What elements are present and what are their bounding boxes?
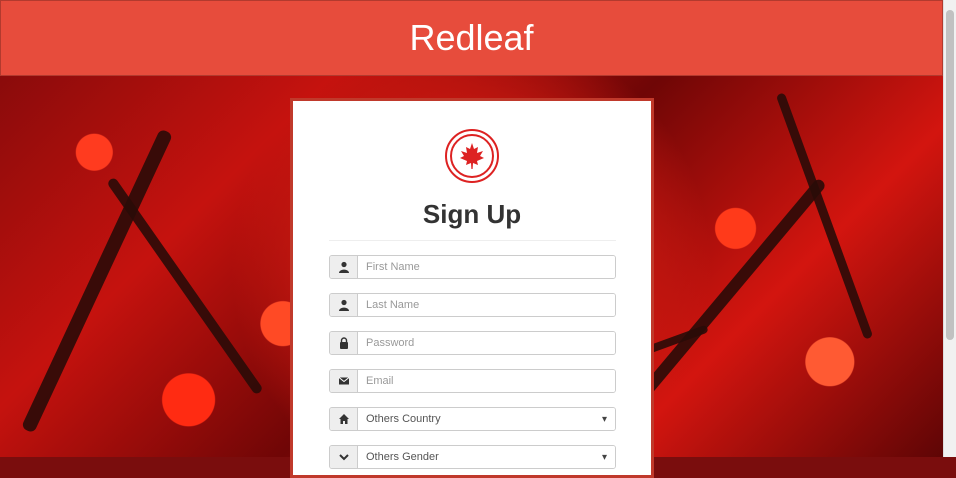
- branch-shape: [106, 176, 264, 396]
- branch-shape: [20, 128, 174, 434]
- first-name-group: [329, 255, 616, 279]
- lock-icon: [330, 332, 358, 354]
- signup-card: Sign Up Others Country ▾: [290, 98, 654, 478]
- signup-title: Sign Up: [422, 199, 522, 229]
- email-group: [329, 369, 616, 393]
- home-icon: [330, 408, 358, 430]
- password-group: [329, 331, 616, 355]
- top-header: Redleaf: [0, 0, 943, 76]
- chevron-down-icon: ▾: [601, 413, 607, 425]
- user-icon: [330, 294, 358, 316]
- password-input[interactable]: [358, 332, 615, 354]
- scrollbar-thumb[interactable]: [946, 10, 954, 340]
- first-name-input[interactable]: [358, 256, 615, 278]
- email-input[interactable]: [358, 370, 615, 392]
- country-group: Others Country ▾: [329, 407, 616, 431]
- last-name-group: [329, 293, 616, 317]
- page-scrollbar[interactable]: [943, 0, 956, 457]
- gender-select[interactable]: Others Gender ▾: [358, 446, 615, 468]
- last-name-input[interactable]: [358, 294, 615, 316]
- chevron-down-icon: [330, 446, 358, 468]
- country-select[interactable]: Others Country ▾: [358, 408, 615, 430]
- country-select-value: Others Country: [366, 413, 441, 425]
- maple-leaf-icon: [460, 143, 484, 169]
- gender-group: Others Gender ▾: [329, 445, 616, 469]
- envelope-icon: [330, 370, 358, 392]
- gender-select-value: Others Gender: [366, 451, 439, 463]
- chevron-down-icon: ▾: [601, 451, 607, 463]
- maple-leaf-logo: [445, 129, 499, 183]
- divider: [329, 240, 616, 241]
- branch-shape: [624, 177, 828, 415]
- user-icon: [330, 256, 358, 278]
- brand-title: Redleaf: [409, 17, 534, 58]
